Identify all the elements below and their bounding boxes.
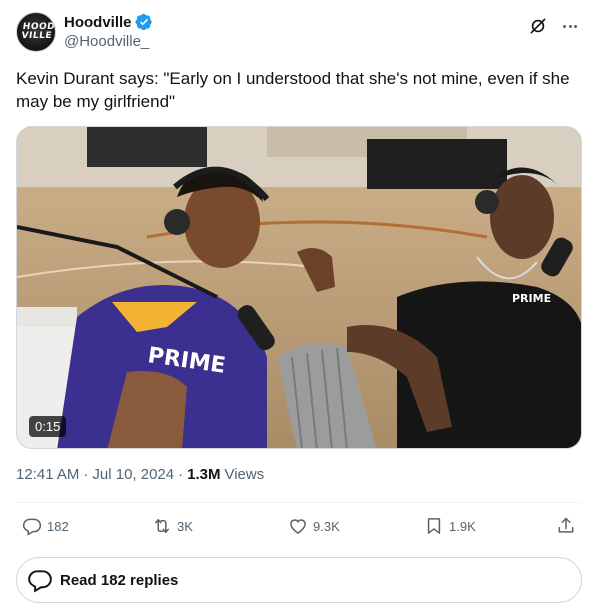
repost-count: 3K [177,518,193,534]
like-button[interactable]: 9.3K [288,512,340,540]
reply-icon [22,518,42,536]
tweet-meta: 12:41 AM · Jul 10, 2024 · 1.3M Views [16,466,264,483]
shirt-text: PRIME [512,292,551,305]
speech-bubble-icon [28,570,52,593]
tweet-text: Kevin Durant says: "Early on I understoo… [16,69,570,111]
verified-badge-icon [135,13,152,31]
heart-icon [290,519,306,534]
repost-icon [155,519,169,533]
grok-icon[interactable] [528,16,548,36]
more-options-icon[interactable] [560,16,580,36]
author-handle[interactable]: @Hoodville_ [64,33,153,50]
reply-button[interactable]: 182 [22,512,69,540]
meta-separator: · [83,466,89,483]
views-count: 1.3M [187,466,221,483]
avatar[interactable]: HOOD VILLE [16,12,56,52]
divider [16,502,582,503]
action-bar: 182 3K 9.3K 1.9K [16,512,582,540]
author-display-name[interactable]: Hoodville [64,14,132,31]
bookmark-icon [427,518,441,534]
video-player[interactable]: PRIME PRIME 0:15 [16,126,582,449]
share-icon [558,517,574,533]
bookmark-button[interactable]: 1.9K [424,512,476,540]
avatar-logo-text: HOOD VILLE [20,22,56,41]
read-replies-button[interactable]: Read 182 replies [16,557,582,603]
reply-count: 182 [47,518,69,534]
read-replies-label: Read 182 replies [60,571,179,589]
views-label: Views [224,466,265,483]
tweet-header: HOOD VILLE Hoodville @Hoodville_ [16,12,582,56]
like-count: 9.3K [313,518,340,534]
share-button[interactable] [556,512,581,540]
video-thumbnail: PRIME PRIME [17,127,581,448]
repost-button[interactable]: 3K [152,512,193,540]
bookmark-count: 1.9K [449,518,476,534]
tweet-date[interactable]: Jul 10, 2024 [92,466,174,483]
video-duration: 0:15 [29,416,67,437]
author-names: Hoodville @Hoodville_ [64,12,153,50]
meta-separator: · [178,466,184,483]
tweet-time[interactable]: 12:41 AM [16,466,79,483]
